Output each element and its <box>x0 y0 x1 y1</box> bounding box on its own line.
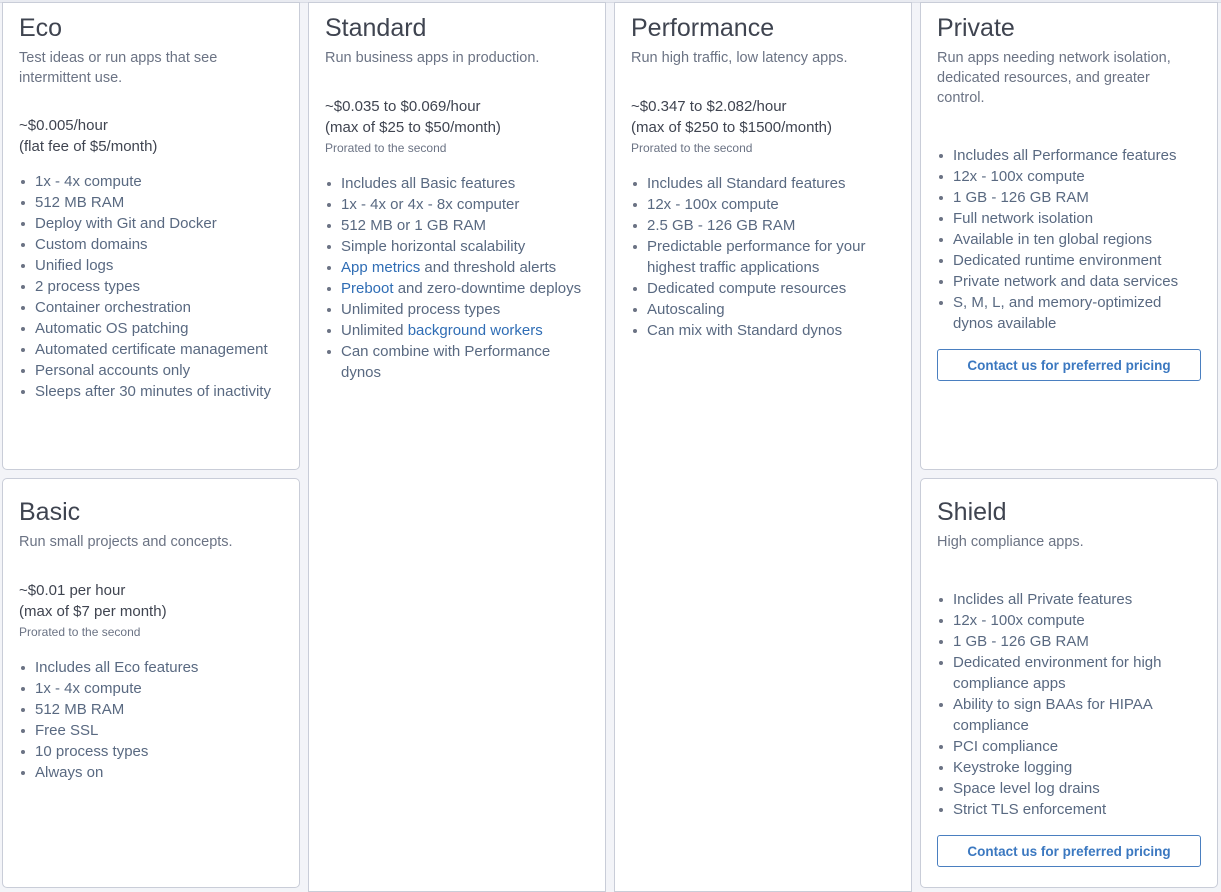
price-hourly: ~$0.035 to $0.069/hour <box>325 98 481 115</box>
feature-list: Includes all Eco features 1x - 4x comput… <box>19 657 283 783</box>
plan-card-basic: Basic Run small projects and concepts. ~… <box>2 478 300 888</box>
plan-card-private: Private Run apps needing network isolati… <box>920 2 1218 470</box>
list-item: PCI compliance <box>937 736 1201 757</box>
list-item: 1 GB - 126 GB RAM <box>937 631 1201 652</box>
list-item: 1x - 4x compute <box>19 678 283 699</box>
list-item: 1x - 4x compute <box>19 171 283 192</box>
plan-title: Shield <box>937 498 1007 526</box>
plan-card-shield: Shield High compliance apps. Inclides al… <box>920 478 1218 888</box>
plan-description: High compliance apps. <box>937 534 1084 550</box>
plan-card-standard: Standard Run business apps in production… <box>308 2 606 892</box>
list-item: Strict TLS enforcement <box>937 799 1201 820</box>
list-item: Unified logs <box>19 255 283 276</box>
plan-description: Run high traffic, low latency apps. <box>631 50 848 66</box>
list-item: 512 MB RAM <box>19 192 283 213</box>
list-item: 1x - 4x or 4x - 8x computer <box>325 194 589 215</box>
plan-price: ~$0.035 to $0.069/hour (max of $25 to $5… <box>325 96 589 157</box>
plan-description: Run business apps in production. <box>325 50 540 66</box>
list-item: Automated certificate management <box>19 339 283 360</box>
list-item: Free SSL <box>19 720 283 741</box>
prorated-note: Prorated to the second <box>325 141 447 155</box>
list-item: Unlimited background workers <box>325 320 589 341</box>
plan-price: ~$0.005/hour (flat fee of $5/month) <box>19 115 283 157</box>
feature-list: Includes all Basic features 1x - 4x or 4… <box>325 173 589 383</box>
list-item: Dedicated runtime environment <box>937 250 1201 271</box>
plan-title: Standard <box>325 14 427 42</box>
plan-title: Eco <box>19 14 63 42</box>
list-item: 2.5 GB - 126 GB RAM <box>631 215 895 236</box>
feature-text: and zero-downtime deploys <box>393 280 582 297</box>
list-item: Automatic OS patching <box>19 318 283 339</box>
list-item: 1 GB - 126 GB RAM <box>937 187 1201 208</box>
list-item: Sleeps after 30 minutes of inactivity <box>19 381 283 402</box>
list-item: Inclides all Private features <box>937 589 1201 610</box>
plan-title: Basic <box>19 498 81 526</box>
plan-card-eco: Eco Test ideas or run apps that see inte… <box>2 2 300 470</box>
price-hourly: ~$0.005/hour <box>19 117 108 134</box>
list-item: 12x - 100x compute <box>937 166 1201 187</box>
background-workers-link[interactable]: background workers <box>408 322 543 339</box>
feature-list: Includes all Standard features 12x - 100… <box>631 173 895 341</box>
list-item: Available in ten global regions <box>937 229 1201 250</box>
list-item: Includes all Basic features <box>325 173 589 194</box>
price-monthly: (max of $7 per month) <box>19 603 167 620</box>
plan-description: Run small projects and concepts. <box>19 534 233 550</box>
list-item: 12x - 100x compute <box>937 610 1201 631</box>
feature-list: 1x - 4x compute 512 MB RAM Deploy with G… <box>19 171 283 402</box>
list-item: App metrics and threshold alerts <box>325 257 589 278</box>
list-item: Unlimited process types <box>325 299 589 320</box>
list-item: Dedicated environment for high complianc… <box>937 652 1201 694</box>
list-item: Preboot and zero-downtime deploys <box>325 278 589 299</box>
list-item: Deploy with Git and Docker <box>19 213 283 234</box>
list-item: Includes all Performance features <box>937 145 1201 166</box>
list-item: 512 MB or 1 GB RAM <box>325 215 589 236</box>
list-item: 12x - 100x compute <box>631 194 895 215</box>
list-item: Includes all Standard features <box>631 173 895 194</box>
preboot-link[interactable]: Preboot <box>341 280 394 297</box>
contact-pricing-button[interactable]: Contact us for preferred pricing <box>937 349 1201 381</box>
list-item: Private network and data services <box>937 271 1201 292</box>
list-item: Always on <box>19 762 283 783</box>
plan-price: ~$0.347 to $2.082/hour (max of $250 to $… <box>631 96 895 157</box>
prorated-note: Prorated to the second <box>19 625 141 639</box>
plan-description: Test ideas or run apps that see intermit… <box>19 50 218 86</box>
list-item: Includes all Eco features <box>19 657 283 678</box>
price-monthly: (max of $25 to $50/month) <box>325 119 501 136</box>
price-hourly: ~$0.01 per hour <box>19 582 126 599</box>
feature-text: Unlimited <box>341 322 408 339</box>
list-item: Personal accounts only <box>19 360 283 381</box>
list-item: Keystroke logging <box>937 757 1201 778</box>
feature-list: Includes all Performance features 12x - … <box>937 145 1201 334</box>
feature-list: Inclides all Private features 12x - 100x… <box>937 589 1201 820</box>
list-item: Predictable performance for your highest… <box>631 236 895 278</box>
list-item: Custom domains <box>19 234 283 255</box>
price-monthly: (max of $250 to $1500/month) <box>631 119 832 136</box>
contact-pricing-button[interactable]: Contact us for preferred pricing <box>937 835 1201 867</box>
app-metrics-link[interactable]: App metrics <box>341 259 420 276</box>
list-item: Dedicated compute resources <box>631 278 895 299</box>
feature-text: and threshold alerts <box>420 259 557 276</box>
list-item: 10 process types <box>19 741 283 762</box>
plan-title: Performance <box>631 14 775 42</box>
list-item: Can combine with Performance dynos <box>325 341 589 383</box>
plan-description: Run apps needing network isolation, dedi… <box>937 50 1171 106</box>
list-item: 2 process types <box>19 276 283 297</box>
plan-card-performance: Performance Run high traffic, low latenc… <box>614 2 912 892</box>
prorated-note: Prorated to the second <box>631 141 753 155</box>
list-item: 512 MB RAM <box>19 699 283 720</box>
list-item: Ability to sign BAAs for HIPAA complianc… <box>937 694 1201 736</box>
list-item: S, M, L, and memory-optimized dynos avai… <box>937 292 1201 334</box>
list-item: Can mix with Standard dynos <box>631 320 895 341</box>
list-item: Space level log drains <box>937 778 1201 799</box>
plan-title: Private <box>937 14 1015 42</box>
list-item: Container orchestration <box>19 297 283 318</box>
plan-price: ~$0.01 per hour (max of $7 per month) Pr… <box>19 580 283 641</box>
price-monthly: (flat fee of $5/month) <box>19 138 158 155</box>
list-item: Autoscaling <box>631 299 895 320</box>
price-hourly: ~$0.347 to $2.082/hour <box>631 98 787 115</box>
list-item: Simple horizontal scalability <box>325 236 589 257</box>
list-item: Full network isolation <box>937 208 1201 229</box>
